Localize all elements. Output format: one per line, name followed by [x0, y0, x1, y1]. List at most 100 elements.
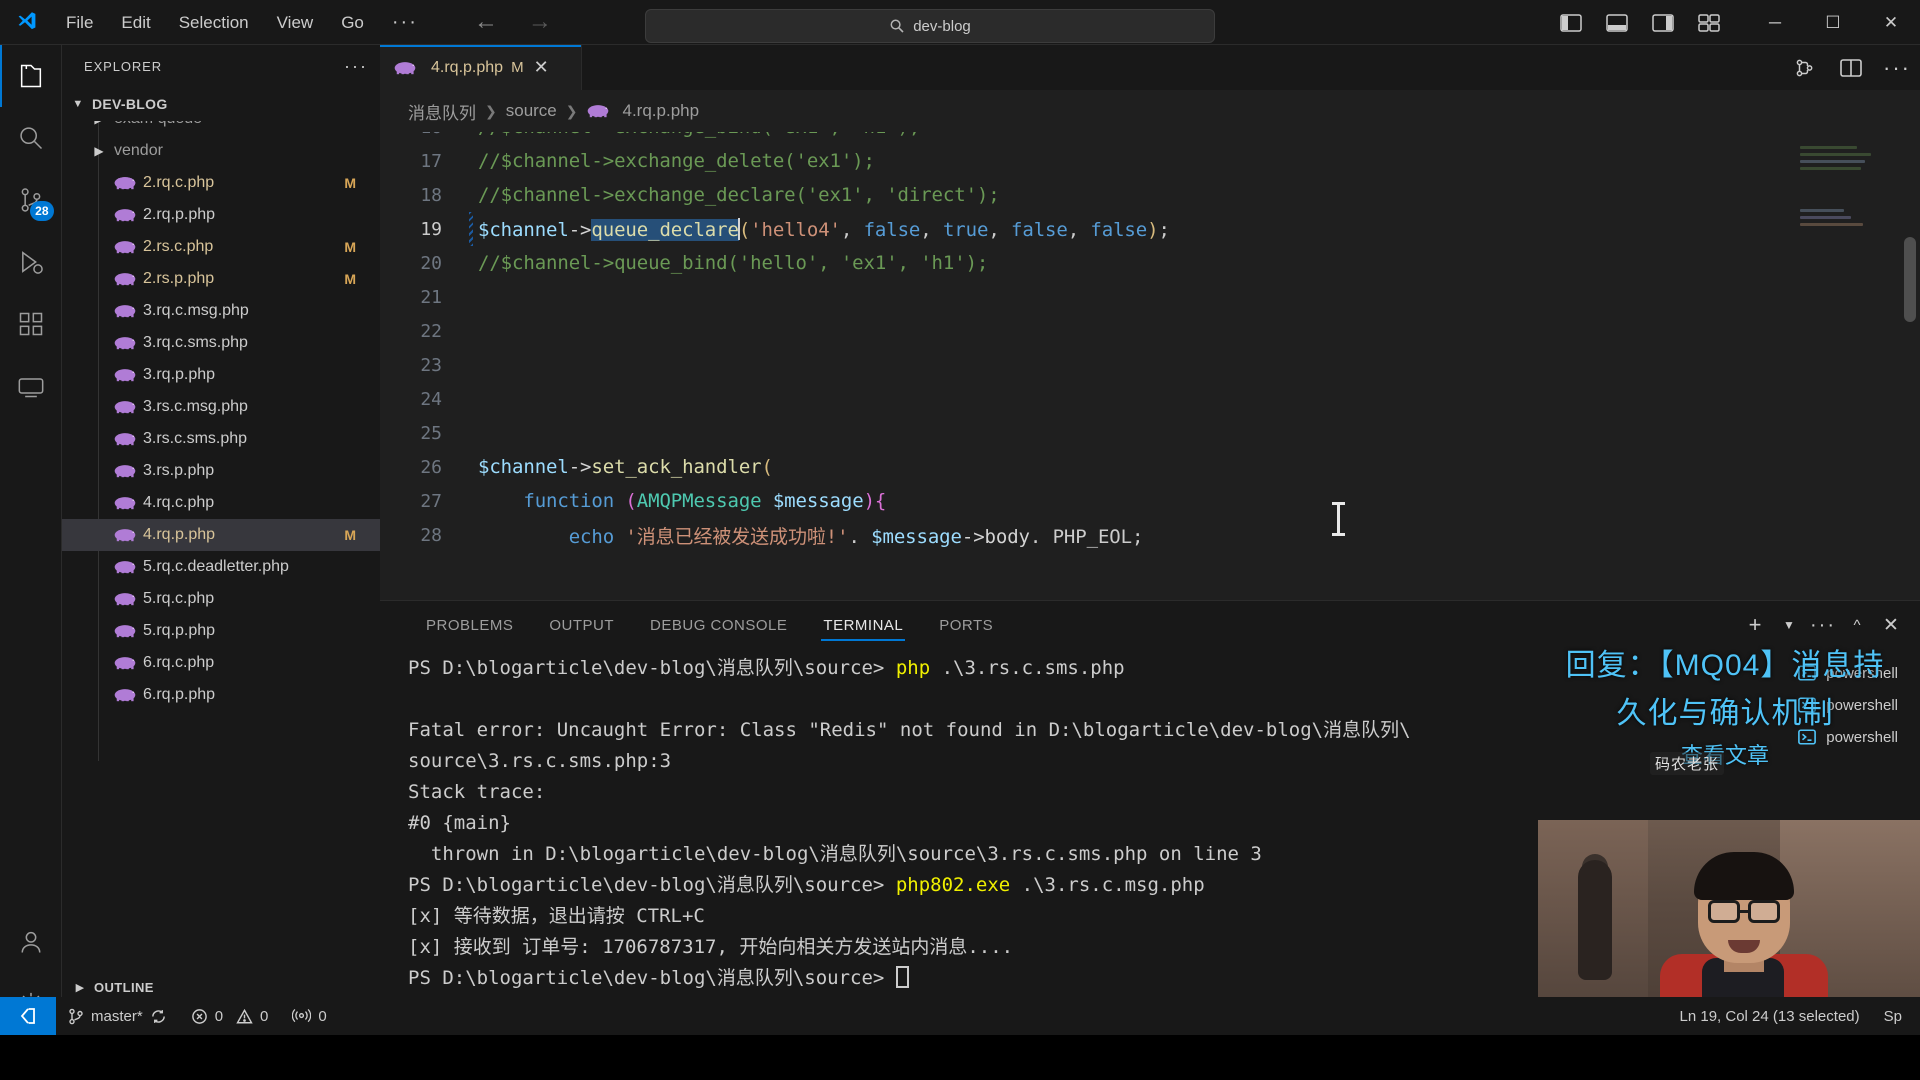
add-terminal-icon[interactable]: + — [1740, 610, 1770, 640]
split-editor-icon[interactable] — [1828, 45, 1874, 90]
code-line[interactable]: 28 echo '消息已经被发送成功啦!'. $message->body. P… — [380, 518, 1920, 552]
toggle-panel-icon[interactable] — [1594, 0, 1640, 45]
tab-terminal[interactable]: TERMINAL — [805, 601, 921, 649]
code-line[interactable]: 23 — [380, 348, 1920, 382]
more-actions-icon[interactable]: ··· — [1874, 45, 1920, 90]
menu-go[interactable]: Go — [327, 0, 378, 45]
activitybar-search[interactable] — [0, 107, 62, 169]
maximize-panel-icon[interactable]: ^ — [1842, 610, 1872, 640]
menu-edit[interactable]: Edit — [107, 0, 164, 45]
code-line[interactable]: 16 //$channel->exchange_bind('ex1', 'h1')… — [380, 132, 1920, 144]
editor-scrollbar[interactable] — [1904, 237, 1916, 322]
terminal-output[interactable]: PS D:\blogarticle\dev-blog\消息队列\source> … — [408, 653, 1620, 1035]
code-token: false — [1090, 218, 1148, 241]
close-icon[interactable]: ✕ — [534, 57, 549, 78]
code-line[interactable]: 21 — [380, 280, 1920, 314]
code-line[interactable]: 18 //$channel->exchange_declare('ex1', 'd… — [380, 178, 1920, 212]
tree-item-4-rq-p-php[interactable]: 4.rq.p.php M — [62, 519, 380, 551]
php-file-icon — [114, 558, 136, 576]
tree-item-exam-queue[interactable]: ▶ exam queue — [62, 121, 380, 135]
code-editor[interactable]: 16 //$channel->exchange_bind('ex1', 'h1')… — [380, 132, 1920, 647]
toggle-primary-sidebar-icon[interactable] — [1548, 0, 1594, 45]
tree-item-3-rq-p-php[interactable]: 3.rq.p.php — [62, 359, 380, 391]
php-file-icon — [114, 302, 136, 320]
status-cursor-position[interactable]: Ln 19, Col 24 (13 selected) — [1668, 997, 1872, 1035]
code-line[interactable]: 26 $channel->set_ack_handler( — [380, 450, 1920, 484]
chevron-right-icon: ▶ — [94, 144, 104, 158]
source-control-graph-icon[interactable] — [1782, 45, 1828, 90]
chevron-down-icon[interactable]: ▼ — [1774, 610, 1804, 640]
code-line[interactable]: 19 $channel->queue_declare('hello4', fals… — [380, 212, 1920, 246]
close-panel-icon[interactable]: ✕ — [1876, 610, 1906, 640]
tree-item-3-rs-c-sms-php[interactable]: 3.rs.c.sms.php — [62, 423, 380, 455]
breadcrumb-item-folder[interactable]: 消息队列 — [408, 99, 476, 124]
terminal-command-args: .\3.rs.c.sms.php — [930, 657, 1125, 679]
tree-item-3-rq-c-sms-php[interactable]: 3.rq.c.sms.php — [62, 327, 380, 359]
php-file-icon — [114, 206, 136, 224]
status-indentation[interactable]: Sp — [1872, 997, 1920, 1035]
code-line[interactable]: 24 — [380, 382, 1920, 416]
tab-output[interactable]: OUTPUT — [531, 601, 632, 649]
toggle-secondary-sidebar-icon[interactable] — [1640, 0, 1686, 45]
tree-item-3-rs-c-msg-php[interactable]: 3.rs.c.msg.php — [62, 391, 380, 423]
php-file-icon — [587, 102, 609, 120]
activitybar-run-debug[interactable] — [0, 231, 62, 293]
tree-item-6-rq-c-php[interactable]: 6.rq.c.php — [62, 647, 380, 679]
tree-item-5-rq-c-php[interactable]: 5.rq.c.php — [62, 583, 380, 615]
tab-problems[interactable]: PROBLEMS — [408, 601, 531, 649]
terminal-prompt-line-active: PS D:\blogarticle\dev-blog\消息队列\source> — [408, 963, 1620, 994]
editor-tab-4-rq-p-php[interactable]: 4.rq.p.php M ✕ — [380, 45, 582, 90]
tree-item-2-rs-p-php[interactable]: 2.rs.p.php M — [62, 263, 380, 295]
remote-window-indicator[interactable] — [0, 997, 56, 1035]
breadcrumb-item-source[interactable]: source — [506, 101, 557, 121]
window-maximize-button[interactable]: ☐ — [1804, 0, 1862, 45]
status-branch[interactable]: master* — [56, 997, 179, 1035]
window-close-button[interactable]: ✕ — [1862, 0, 1920, 45]
menu-view[interactable]: View — [263, 0, 328, 45]
tree-item-3-rq-c-msg-php[interactable]: 3.rq.c.msg.php — [62, 295, 380, 327]
tree-item-vendor[interactable]: ▶ vendor — [62, 135, 380, 167]
tree-item-2-rq-c-php[interactable]: 2.rq.c.php M — [62, 167, 380, 199]
terminal-tab-item[interactable]: powershell — [1654, 689, 1904, 721]
terminal-tab-item[interactable]: powershell — [1654, 721, 1904, 753]
tree-item-2-rq-p-php[interactable]: 2.rq.p.php — [62, 199, 380, 231]
chevron-down-icon: ▼ — [72, 98, 84, 110]
quick-search-input[interactable]: dev-blog — [645, 9, 1215, 43]
tree-item-5-rq-c-deadletter-php[interactable]: 5.rq.c.deadletter.php — [62, 551, 380, 583]
tab-ports[interactable]: PORTS — [921, 601, 1011, 649]
tree-item-2-rs-c-php[interactable]: 2.rs.c.php M — [62, 231, 380, 263]
workspace-root-row[interactable]: ▼ DEV-BLOG — [62, 87, 380, 121]
code-line[interactable]: 27 function (AMQPMessage $message){ — [380, 484, 1920, 518]
terminal-powershell-icon — [1797, 663, 1817, 683]
activitybar-extensions[interactable] — [0, 293, 62, 355]
customize-layout-icon[interactable] — [1686, 0, 1732, 45]
code-line[interactable]: 20 //$channel->queue_bind('hello', 'ex1',… — [380, 246, 1920, 280]
code-line[interactable]: 22 — [380, 314, 1920, 348]
tab-debug-console[interactable]: DEBUG CONSOLE — [632, 601, 805, 649]
window-minimize-button[interactable]: ─ — [1746, 0, 1804, 45]
arrow-right-icon[interactable]: → — [528, 8, 552, 36]
terminal-line: #0 {main} — [408, 812, 511, 834]
more-icon[interactable]: ··· — [1808, 610, 1838, 640]
tree-item-6-rq-p-php[interactable]: 6.rq.p.php — [62, 679, 380, 711]
terminal-tab-item[interactable]: powershell — [1654, 657, 1904, 689]
tree-item-5-rq-p-php[interactable]: 5.rq.p.php — [62, 615, 380, 647]
code-token: function — [523, 490, 615, 512]
activitybar-explorer[interactable] — [0, 45, 62, 107]
activitybar-remote-explorer[interactable] — [0, 355, 62, 417]
explorer-more-icon[interactable]: ··· — [344, 56, 368, 77]
activitybar-accounts[interactable] — [0, 911, 62, 973]
code-line[interactable]: 25 — [380, 416, 1920, 450]
tree-item-4-rq-c-php[interactable]: 4.rq.c.php — [62, 487, 380, 519]
tree-item-3-rs-p-php[interactable]: 3.rs.p.php — [62, 455, 380, 487]
menu-file[interactable]: File — [52, 0, 107, 45]
arrow-left-icon[interactable]: ← — [474, 8, 498, 36]
status-ports[interactable]: 0 — [280, 997, 338, 1035]
activitybar-source-control[interactable]: 28 — [0, 169, 62, 231]
menu-more-icon[interactable]: ··· — [378, 2, 432, 42]
breadcrumb-item-file[interactable]: 4.rq.p.php — [587, 101, 699, 121]
menu-selection[interactable]: Selection — [165, 0, 263, 45]
minimap[interactable] — [1800, 132, 1898, 647]
code-line[interactable]: 17 //$channel->exchange_delete('ex1'); — [380, 144, 1920, 178]
status-problems[interactable]: 0 0 — [179, 997, 281, 1035]
